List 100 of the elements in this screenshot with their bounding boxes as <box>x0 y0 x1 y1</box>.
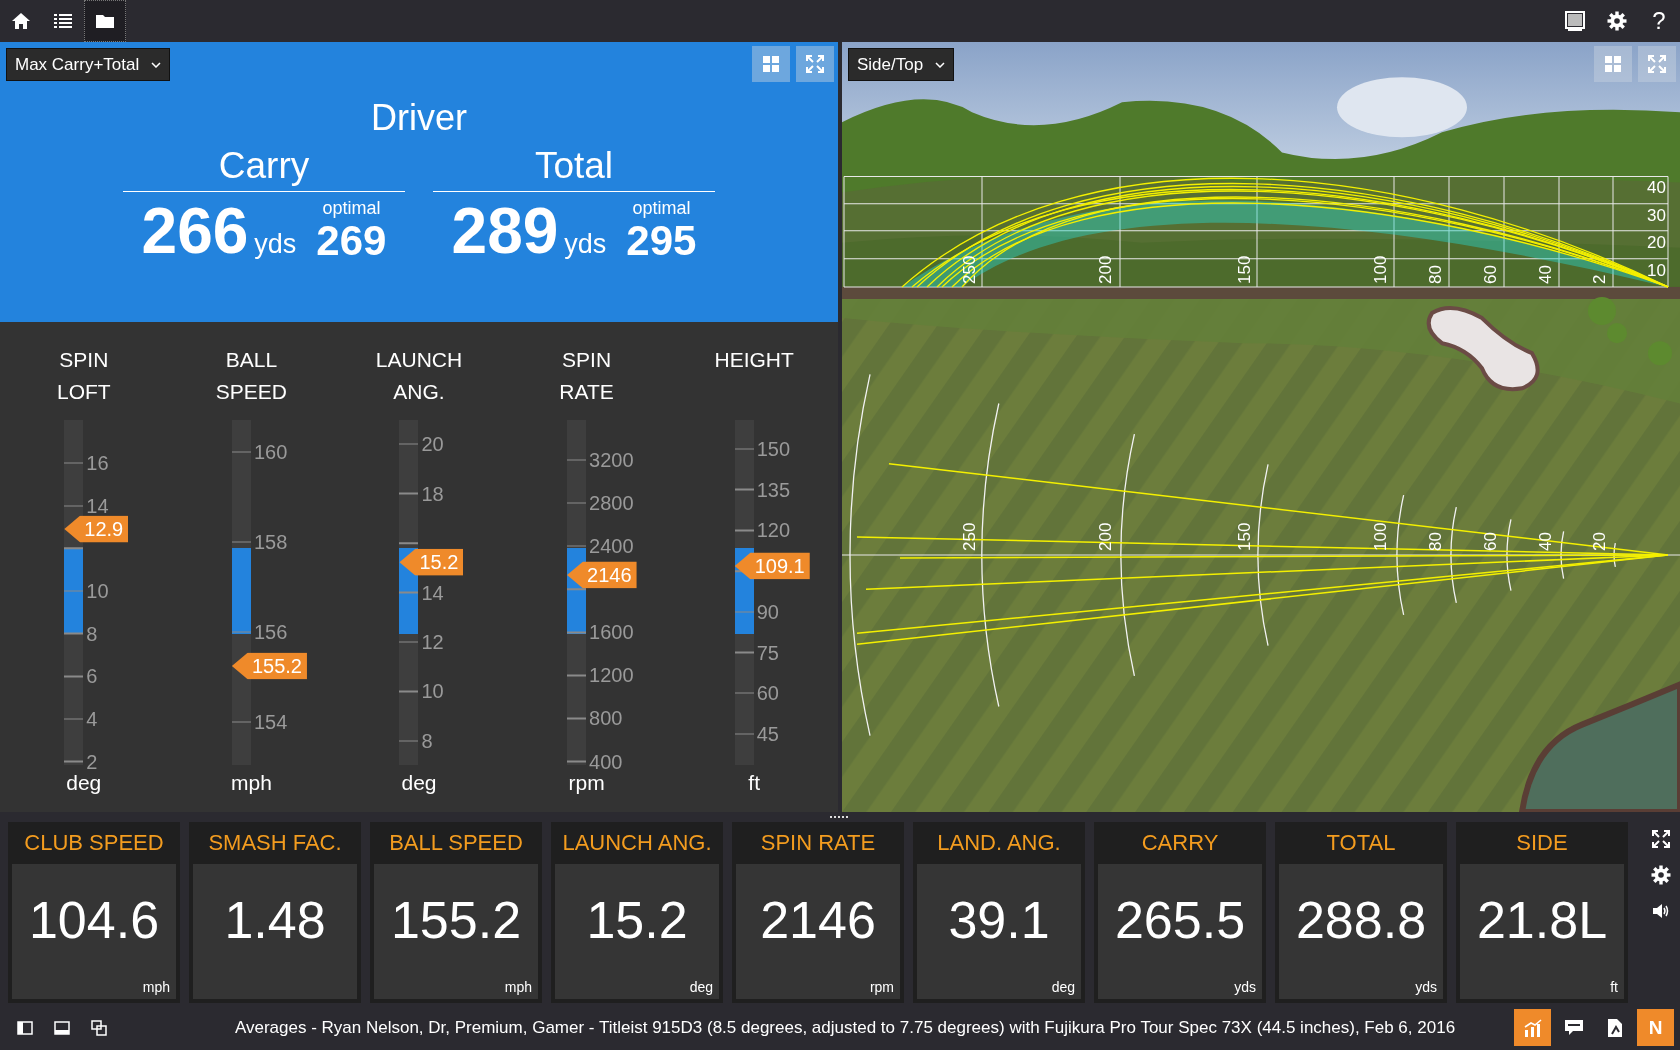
metric-label: CARRY <box>1140 829 1220 857</box>
unit-label: yds <box>564 229 607 261</box>
chart-icon <box>1522 1018 1543 1037</box>
tick-label: 2800 <box>589 491 634 515</box>
metric-value: 1.48 <box>224 890 326 950</box>
tick-label: 1600 <box>589 620 634 644</box>
tick-label: 400 <box>589 750 623 774</box>
tick-label: 8 <box>86 622 98 646</box>
distance-label: 150 <box>1235 255 1255 284</box>
unit-label: deg <box>689 979 713 995</box>
metric-label: TOTAL <box>1325 829 1397 857</box>
expand-icon <box>1647 54 1667 74</box>
tick-label: 45 <box>756 722 779 746</box>
monitor-icon <box>1564 10 1586 32</box>
unit-label: deg <box>66 771 102 795</box>
unit-label: deg <box>401 771 437 795</box>
tick-label: 12 <box>421 630 444 654</box>
tick-label: 10 <box>86 579 109 603</box>
tick-label: 75 <box>756 641 779 664</box>
help-button[interactable]: ? <box>1638 0 1680 42</box>
unit-label: ft <box>1610 979 1618 995</box>
grip-icon[interactable] <box>830 815 850 819</box>
windows-icon <box>90 1019 107 1036</box>
view-dropdown[interactable]: Side/Top <box>848 48 955 81</box>
metric-value: 15.2 <box>586 890 688 950</box>
value-pointer: 109.1 <box>734 552 810 580</box>
column-heading: Carry <box>123 145 405 192</box>
tick-label: 800 <box>589 706 623 730</box>
tick-label: 158 <box>253 530 288 554</box>
club-title: Driver <box>371 97 467 139</box>
unit-label: yds <box>1234 979 1256 995</box>
distance-label: 40 <box>1536 265 1556 284</box>
distance-label: 20 <box>1590 532 1610 551</box>
tick-label: 154 <box>253 710 288 734</box>
home-icon <box>11 12 31 30</box>
unit-label: deg <box>1051 979 1075 995</box>
grid-icon <box>1605 56 1621 72</box>
view-dropdown[interactable]: Max Carry+Total <box>6 48 171 81</box>
tick-label: 6 <box>86 664 98 688</box>
tick-label: 14 <box>421 581 444 604</box>
settings-icon <box>1651 865 1671 885</box>
unit-label: mph <box>230 771 272 795</box>
distance-label: 60 <box>1481 532 1501 551</box>
metric-value: 2146 <box>760 890 876 950</box>
tick-label: 1200 <box>589 663 634 687</box>
metric-value: 155.2 <box>390 890 522 950</box>
optimal-value: 295 <box>626 219 697 264</box>
distance-label: 250 <box>960 255 980 284</box>
unit-label: yds <box>254 229 297 261</box>
speaker-icon <box>1652 903 1670 919</box>
metric-label: LAUNCH ANG. <box>561 829 713 857</box>
tick-label: 14 <box>86 494 109 518</box>
metric-value: 21.8L <box>1476 890 1608 950</box>
distance-label: 100 <box>1371 255 1391 284</box>
metric-label: CLUB SPEED <box>23 829 165 857</box>
toolbar-button[interactable] <box>84 0 126 42</box>
gauge-title: HEIGHT <box>714 347 794 373</box>
metric-label: SIDE <box>1515 829 1569 857</box>
distance-label: 150 <box>1235 522 1255 551</box>
tick-label: 150 <box>756 437 791 461</box>
height-label: 30 <box>1647 205 1666 226</box>
metric-value: 104.6 <box>28 890 160 950</box>
unit-label: rpm <box>869 979 894 995</box>
expand-icon <box>1651 829 1671 849</box>
height-label: 20 <box>1647 233 1666 253</box>
comment-icon <box>1563 1018 1584 1037</box>
height-label: 10 <box>1647 260 1666 281</box>
distance-value: 289 <box>451 199 559 264</box>
metric-label: SMASH FAC. <box>207 829 343 857</box>
optimal-label: optimal <box>322 198 381 219</box>
metric-label: SPIN RATE <box>759 829 877 857</box>
status-text: Averages - Ryan Nelson, Dr, Premium, Gamer - Titleist 915D3 (8.5 degrees, adjusted to 7.75 degrees) with Fujikura Pro Tour Spec 73X (44.5 inches), Feb 6, 2016 <box>233 1017 1457 1038</box>
settings-icon <box>1607 11 1627 31</box>
fullscreen-button[interactable] <box>796 46 834 82</box>
grid-icon <box>763 56 779 72</box>
expand-icon <box>805 54 825 74</box>
column-heading: Total <box>433 145 715 192</box>
distance-label: 60 <box>1481 265 1501 284</box>
tick-label: 135 <box>756 478 791 502</box>
value-pointer: 155.2 <box>231 652 307 680</box>
height-label: 40 <box>1647 178 1666 198</box>
tick-label: 10 <box>421 679 444 703</box>
tick-label: 60 <box>756 681 779 705</box>
distance-value: 266 <box>141 199 249 264</box>
distance-label: 80 <box>1426 265 1446 284</box>
document-icon <box>1606 1017 1623 1038</box>
tick-label: 20 <box>421 432 444 456</box>
tick-label: 160 <box>253 440 288 464</box>
tick-label: 90 <box>756 600 779 624</box>
unit-label: rpm <box>568 771 605 795</box>
list-icon <box>54 13 72 29</box>
tick-label: 8 <box>421 729 433 753</box>
tick-label: 16 <box>86 451 109 475</box>
tick-label: 2 <box>86 750 98 774</box>
tick-label: 156 <box>253 620 288 644</box>
distance-label: 100 <box>1371 522 1391 551</box>
unit-label: mph <box>142 979 170 995</box>
unit-label: ft <box>748 771 760 795</box>
tick-label: 120 <box>756 518 791 542</box>
metric-value: 265.5 <box>1114 890 1246 950</box>
